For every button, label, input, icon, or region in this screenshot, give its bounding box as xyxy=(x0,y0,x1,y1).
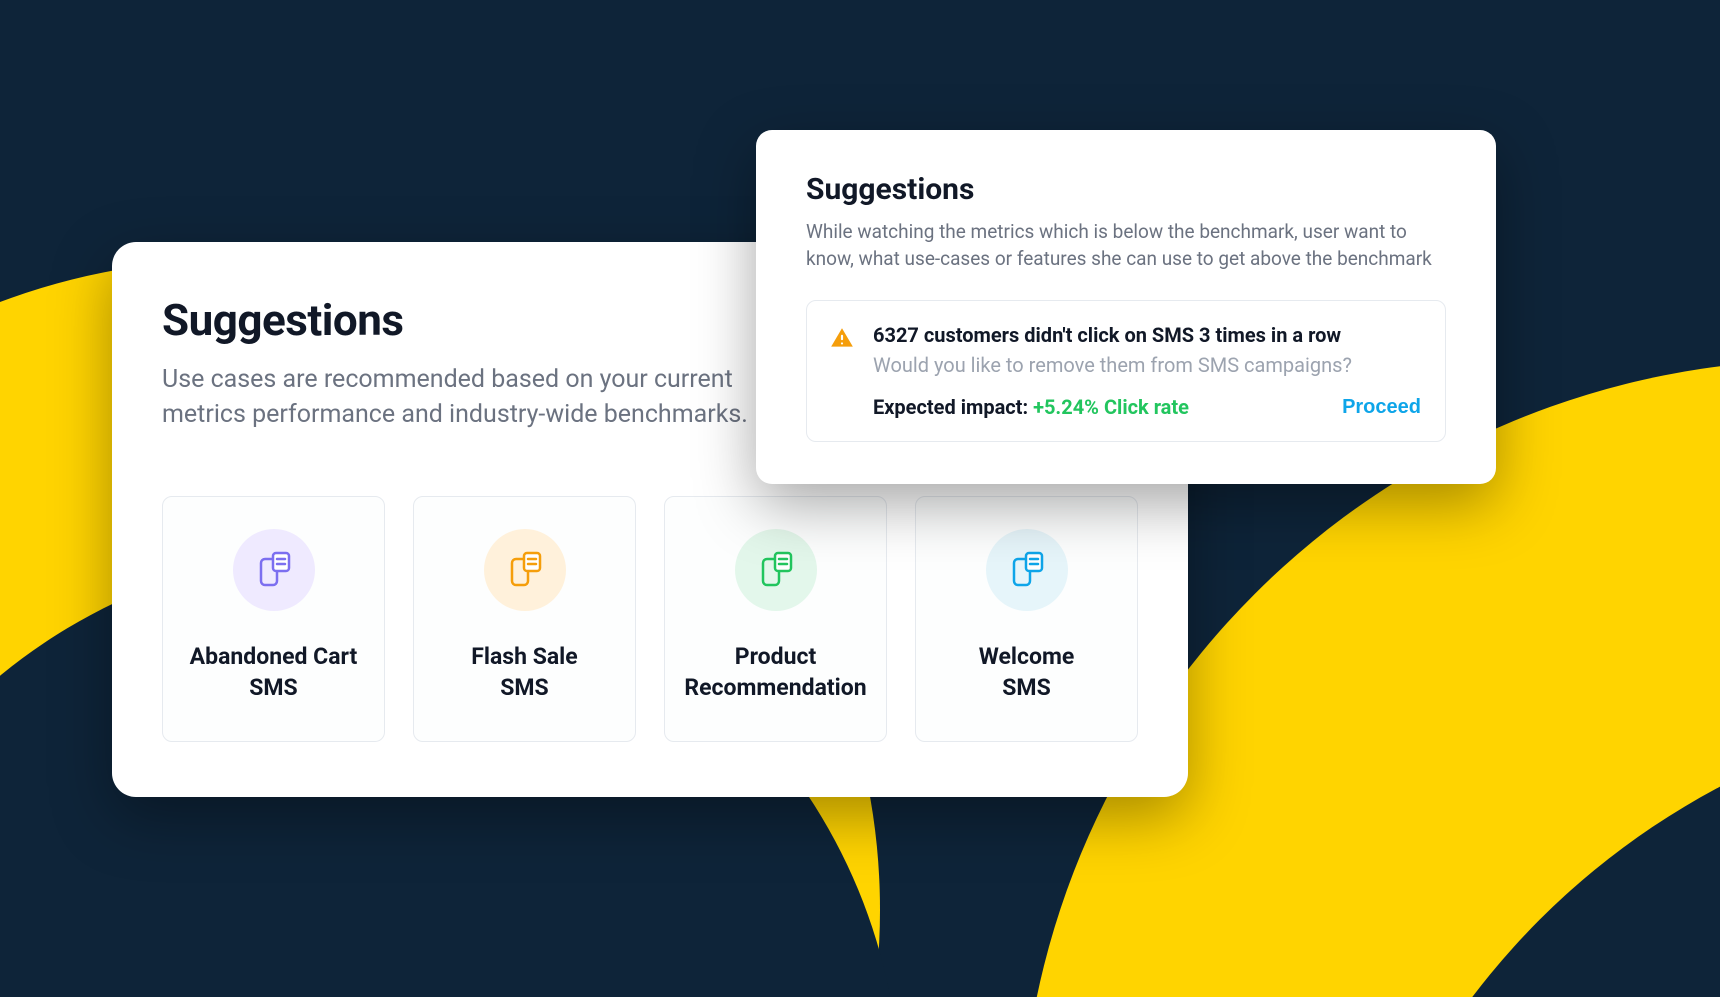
sms-note-icon xyxy=(233,529,315,611)
warning-icon xyxy=(829,325,855,355)
impact-label: Expected impact: xyxy=(873,395,1033,419)
proceed-button[interactable]: Proceed xyxy=(1342,396,1421,419)
alert-headline: 6327 customers didn't click on SMS 3 tim… xyxy=(873,323,1421,347)
alert-question: Would you like to remove them from SMS c… xyxy=(873,353,1421,377)
usecase-label: Flash Sale SMS xyxy=(459,641,589,703)
usecase-flash-sale[interactable]: Flash Sale SMS xyxy=(413,496,636,742)
usecase-label: Welcome SMS xyxy=(967,641,1087,703)
sms-note-icon xyxy=(735,529,817,611)
impact-value: +5.24% Click rate xyxy=(1033,395,1189,419)
usecase-welcome[interactable]: Welcome SMS xyxy=(915,496,1138,742)
usecase-product-recommendation[interactable]: Product Recommendation xyxy=(664,496,887,742)
suggestions-detail-title: Suggestions xyxy=(806,172,1446,207)
suggestions-detail-description: While watching the metrics which is belo… xyxy=(806,219,1446,272)
suggestions-subtitle: Use cases are recommended based on your … xyxy=(162,362,782,432)
sms-note-icon xyxy=(986,529,1068,611)
usecase-label: Product Recommendation xyxy=(672,641,878,703)
sms-note-icon xyxy=(484,529,566,611)
suggestion-alert: 6327 customers didn't click on SMS 3 tim… xyxy=(806,300,1446,442)
expected-impact: Expected impact: +5.24% Click rate xyxy=(873,395,1189,419)
usecase-grid: Abandoned Cart SMS Flash Sale SMS xyxy=(162,496,1138,742)
suggestions-detail-card: Suggestions While watching the metrics w… xyxy=(756,130,1496,484)
usecase-abandoned-cart[interactable]: Abandoned Cart SMS xyxy=(162,496,385,742)
usecase-label: Abandoned Cart SMS xyxy=(178,641,370,703)
